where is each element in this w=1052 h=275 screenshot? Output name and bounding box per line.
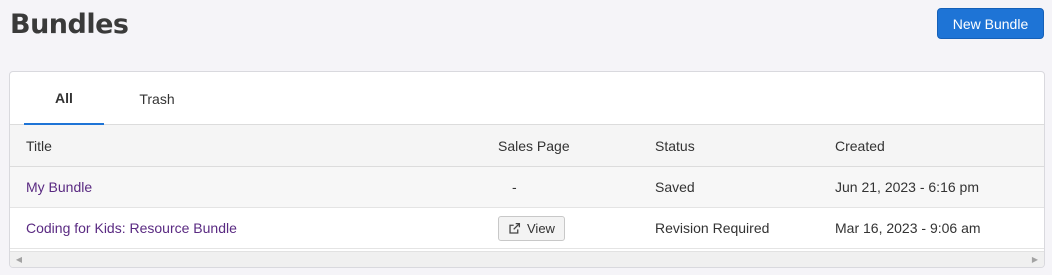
created-value: Jun 21, 2023 - 6:16 pm	[835, 179, 979, 195]
arrow-right-icon[interactable]: ▶	[1028, 252, 1042, 267]
table-header-row: Title Sales Page Status Created	[10, 125, 1044, 167]
bundle-title-link[interactable]: Coding for Kids: Resource Bundle	[26, 220, 237, 236]
sales-page-cell: View	[498, 208, 565, 248]
sales-page-value: -	[512, 179, 517, 195]
bundle-title-link[interactable]: My Bundle	[26, 179, 92, 195]
page-title: Bundles	[10, 9, 129, 40]
tab-all[interactable]: All	[24, 72, 104, 125]
arrow-left-icon[interactable]: ◀	[12, 252, 26, 267]
new-bundle-button[interactable]: New Bundle	[937, 8, 1044, 39]
row-title-cell: Coding for Kids: Resource Bundle	[26, 208, 237, 248]
view-sales-page-button[interactable]: View	[498, 215, 565, 241]
tab-bar: All Trash	[10, 72, 1044, 125]
column-header-sales-page[interactable]: Sales Page	[498, 125, 570, 166]
bundles-panel: All Trash Title Sales Page Status Create…	[9, 71, 1045, 268]
column-header-title[interactable]: Title	[26, 125, 52, 166]
column-header-status[interactable]: Status	[655, 125, 695, 166]
column-header-created[interactable]: Created	[835, 125, 885, 166]
tab-trash[interactable]: Trash	[117, 72, 197, 125]
horizontal-scrollbar[interactable]: ◀ ▶	[10, 251, 1044, 267]
status-value: Revision Required	[655, 220, 770, 236]
external-link-icon	[509, 222, 521, 234]
row-title-cell: My Bundle	[26, 167, 92, 207]
created-value: Mar 16, 2023 - 9:06 am	[835, 220, 981, 236]
bundles-table: Title Sales Page Status Created My Bundl…	[10, 125, 1044, 249]
status-value: Saved	[655, 179, 695, 195]
view-button-label: View	[527, 220, 555, 236]
table-row: Coding for Kids: Resource Bundle View Re…	[10, 208, 1044, 249]
table-row: My Bundle - Saved Jun 21, 2023 - 6:16 pm	[10, 167, 1044, 208]
